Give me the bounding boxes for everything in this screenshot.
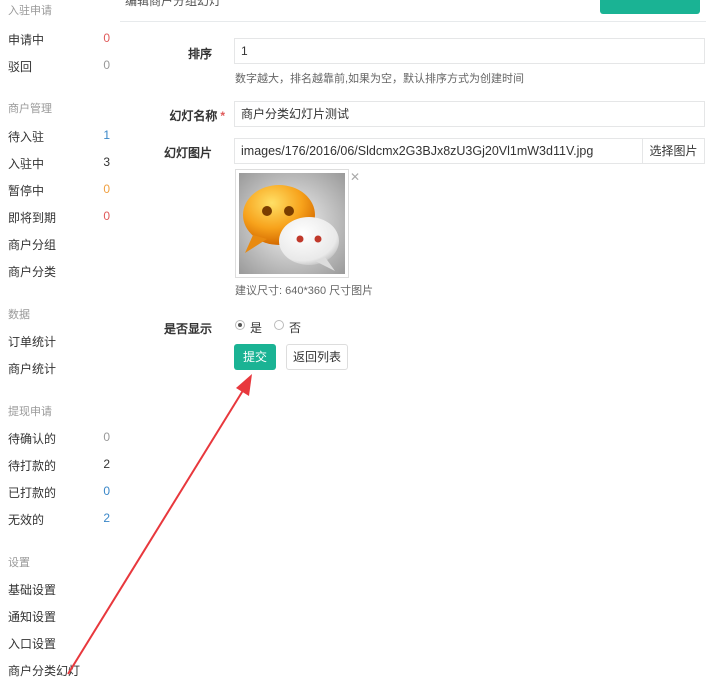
sidebar-section-title: 提现申请 [8,406,52,418]
slide-image-path-input[interactable]: images/176/2016/06/Sldcmx2G3BJx8zU3Gj20V… [234,138,643,164]
sidebar-item-label: 通知设置 [8,610,57,624]
sidebar-item-label: 基础设置 [8,583,57,597]
sidebar-item-label: 驳回 [8,60,33,74]
slide-image-thumbnail[interactable] [235,169,349,278]
sidebar-item-count: 0 [103,484,110,498]
sidebar-item-count: 0 [103,430,110,444]
sort-label: 排序 [187,47,212,61]
remove-image-icon[interactable]: ✕ [350,170,360,184]
sidebar-item-label: 已打款的 [8,486,57,500]
sidebar-item-count: 2 [103,511,110,525]
chat-bubbles-image [239,173,345,274]
sidebar-item-count: 1 [103,128,110,142]
sidebar-item-rejected[interactable]: 驳回 0 [8,58,112,76]
image-size-hint: 建议尺寸: 640*360 尺寸图片 [235,285,374,297]
sidebar-item-entry-settings[interactable]: 入口设置 [8,635,112,653]
sidebar-item-label: 入驻中 [8,157,45,171]
sidebar-item-active[interactable]: 入驻中 3 [8,155,112,173]
sidebar-item-label: 无效的 [8,513,45,527]
sidebar-item-to-pay[interactable]: 待打款的 2 [8,457,112,475]
sidebar-item-label: 即将到期 [8,211,57,225]
sidebar: 入驻申请 申请中 0 驳回 0 商户管理 待入驻 1 入驻中 3 暂停中 0 即… [0,0,120,689]
sidebar-section-title: 设置 [8,557,30,569]
sidebar-item-pending[interactable]: 待入驻 1 [8,128,112,146]
sidebar-section-title: 入驻申请 [8,5,52,17]
sidebar-item-order-stats[interactable]: 订单统计 [8,333,112,351]
sidebar-item-notify-settings[interactable]: 通知设置 [8,608,112,626]
sidebar-item-count: 0 [103,31,110,45]
display-label: 是否显示 [163,322,212,336]
sidebar-item-label: 商户分组 [8,238,57,252]
sidebar-item-count: 0 [103,58,110,72]
select-image-button[interactable]: 选择图片 [642,138,705,164]
submit-button[interactable]: 提交 [234,344,276,370]
sidebar-item-count: 2 [103,457,110,471]
sidebar-item-to-confirm[interactable]: 待确认的 0 [8,430,112,448]
sidebar-item-invalid[interactable]: 无效的 2 [8,511,112,529]
slide-image-label: 幻灯图片 [163,146,212,160]
slide-name-label: 幻灯名称 * [125,107,225,124]
display-yes-label[interactable]: 是 [250,319,262,336]
sidebar-item-category-slides[interactable]: 商户分类幻灯 [8,662,112,680]
page-title: 编辑商户分组幻灯 [125,0,222,8]
sort-input[interactable]: 1 [234,38,705,64]
display-no-radio[interactable] [274,320,284,330]
sidebar-item-paused[interactable]: 暂停中 0 [8,182,112,200]
display-yes-radio[interactable] [235,320,245,330]
sidebar-item-label: 订单统计 [8,335,57,349]
sidebar-section-title: 商户管理 [8,103,52,115]
sidebar-item-label: 待打款的 [8,459,57,473]
sidebar-item-count: 3 [103,155,110,169]
required-marker: * [220,109,225,123]
sidebar-item-label: 暂停中 [8,184,45,198]
sidebar-item-count: 0 [103,209,110,223]
sidebar-item-label: 待入驻 [8,130,45,144]
sidebar-item-label: 入口设置 [8,637,57,651]
sidebar-item-label: 商户统计 [8,362,57,376]
sidebar-item-label: 商户分类 [8,265,57,279]
display-no-label[interactable]: 否 [289,319,301,336]
sidebar-item-basic-settings[interactable]: 基础设置 [8,581,112,599]
sort-help-text: 数字越大，排名越靠前,如果为空，默认排序方式为创建时间 [235,73,525,85]
sidebar-item-paid[interactable]: 已打款的 0 [8,484,112,502]
header-divider [120,21,706,22]
back-to-list-button[interactable]: 返回列表 [286,344,348,370]
slide-name-label-text: 幻灯名称 [169,109,218,123]
sidebar-item-merchant-stats[interactable]: 商户统计 [8,360,112,378]
top-action-button[interactable] [600,0,700,14]
slide-name-input[interactable]: 商户分类幻灯片测试 [234,101,705,127]
sidebar-item-label: 申请中 [8,33,45,47]
sidebar-item-applying[interactable]: 申请中 0 [8,31,112,49]
sidebar-item-merchant-category[interactable]: 商户分类 [8,263,112,281]
sidebar-item-count: 0 [103,182,110,196]
sidebar-section-title: 数据 [8,309,30,321]
sidebar-item-expiring[interactable]: 即将到期 0 [8,209,112,227]
sidebar-item-label: 商户分类幻灯 [8,664,81,678]
sidebar-item-label: 待确认的 [8,432,57,446]
sidebar-item-merchant-group[interactable]: 商户分组 [8,236,112,254]
